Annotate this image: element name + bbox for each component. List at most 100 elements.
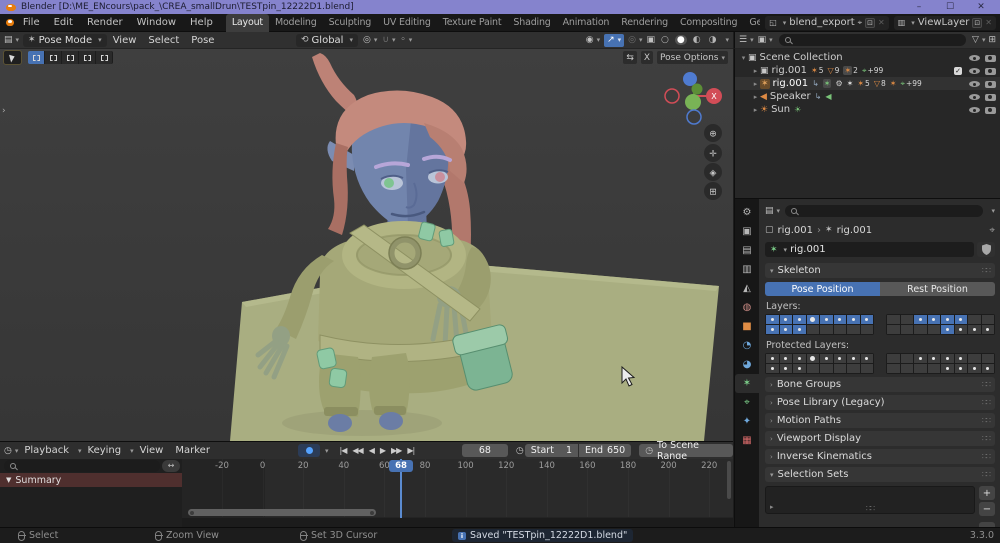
play-reverse-button[interactable]: ◀ <box>366 446 377 455</box>
properties-tab-world[interactable]: ◍ <box>735 298 759 317</box>
mode-dropdown[interactable]: ✶ Pose Mode ▾ <box>23 34 107 47</box>
hide-eye-icon[interactable] <box>969 55 980 61</box>
playhead-frame-badge[interactable]: 68 <box>389 460 413 472</box>
outliner-item-label[interactable]: rig.001 <box>772 65 808 76</box>
outliner-row-speaker-3[interactable]: ▸◀Speaker↳◀ <box>735 90 1000 103</box>
layer-toggle[interactable] <box>780 364 793 373</box>
active-tool-box-select[interactable] <box>3 50 22 65</box>
mirror-x-button[interactable]: X <box>641 51 653 64</box>
menu-window[interactable]: Window <box>130 17 183 28</box>
menu-edit[interactable]: Edit <box>47 17 80 28</box>
timeline-menu-playback[interactable]: Playback <box>18 445 75 456</box>
panel-header-bone-groups[interactable]: ›Bone Groups∷∷ <box>765 377 995 392</box>
shading-dropdown-icon[interactable]: ▾ <box>725 36 729 44</box>
properties-tab-object[interactable]: ■ <box>735 317 759 336</box>
outliner-search-input[interactable] <box>779 34 966 46</box>
hide-eye-icon[interactable] <box>969 107 980 113</box>
layer-toggle[interactable] <box>901 364 914 373</box>
layer-toggle[interactable] <box>982 325 995 334</box>
layer-toggle[interactable] <box>914 364 927 373</box>
xray-toggle-icon[interactable]: ▣ <box>647 35 656 45</box>
expand-caret-icon[interactable]: ▸ <box>751 93 760 101</box>
pin-id-icon[interactable]: ⌖ <box>989 225 995 236</box>
layer-toggle[interactable] <box>793 325 806 334</box>
layer-toggle[interactable] <box>982 364 995 373</box>
outliner-row-rig-001-2[interactable]: ▸✶rig.001↳✶⚙✶✶5▽8✶⌖+99 <box>735 77 1000 90</box>
auto-keying-dropdown-icon[interactable]: ▾ <box>325 447 329 455</box>
select-mode-new[interactable] <box>28 51 45 64</box>
outliner-row-sun-4[interactable]: ▸☀Sun☀ <box>735 103 1000 116</box>
timeline-horizontal-scrollbar[interactable] <box>188 509 376 516</box>
new-collection-icon[interactable]: ⊞ <box>988 35 996 45</box>
proportional-edit-icon[interactable]: ◦▾ <box>400 35 412 45</box>
timeline-menu-marker[interactable]: Marker <box>169 445 216 456</box>
layer-toggle[interactable] <box>820 364 833 373</box>
channel-expand-button[interactable]: ↔ <box>162 460 180 472</box>
workspace-tab-geometry-nodes[interactable]: Geometry Nodes <box>743 14 760 32</box>
pose-position-button[interactable]: Pose Position <box>765 282 880 296</box>
layer-toggle[interactable] <box>982 315 995 324</box>
panel-header-motion-paths[interactable]: ›Motion Paths∷∷ <box>765 413 995 428</box>
layer-toggle[interactable] <box>982 354 995 363</box>
disable-render-camera-icon[interactable] <box>985 94 996 101</box>
overlays-toggle-icon[interactable]: ◎▾ <box>628 35 642 45</box>
pin-icon[interactable]: ⌖ <box>858 18 863 28</box>
shading-wireframe-icon[interactable]: ○ <box>659 35 671 45</box>
layer-toggle[interactable] <box>955 325 968 334</box>
layer-toggle[interactable] <box>780 354 793 363</box>
menu-help[interactable]: Help <box>183 17 220 28</box>
shading-solid-icon[interactable]: ● <box>675 35 687 45</box>
mirror-toggle-icon[interactable]: ⇆ <box>623 51 637 64</box>
breadcrumb-object[interactable]: rig.001 <box>778 225 814 236</box>
viewport-menu-view[interactable]: View <box>107 35 143 46</box>
disable-render-camera-icon[interactable] <box>985 68 996 75</box>
use-preview-range-icon[interactable]: ◷ <box>516 446 524 456</box>
layer-toggle[interactable] <box>847 315 860 324</box>
properties-tab-tool[interactable]: ⚙ <box>735 203 759 222</box>
workspace-tab-animation[interactable]: Animation <box>557 14 616 32</box>
axis-negy-ball[interactable] <box>685 94 701 110</box>
layer-toggle[interactable] <box>941 354 954 363</box>
skeleton-panel-header[interactable]: ▾ Skeleton ∷∷ <box>765 263 995 278</box>
layer-toggle[interactable] <box>766 354 779 363</box>
rest-position-button[interactable]: Rest Position <box>880 282 995 296</box>
outliner-item-label[interactable]: Speaker <box>770 91 811 102</box>
layer-toggle[interactable] <box>887 364 900 373</box>
layer-toggle[interactable] <box>941 325 954 334</box>
timeline-menu-view[interactable]: View <box>134 445 170 456</box>
layer-toggle[interactable] <box>807 325 820 334</box>
viewport-menu-pose[interactable]: Pose <box>185 35 220 46</box>
properties-tab-bone-constraint[interactable]: ✦ <box>735 412 759 431</box>
selection-sets-panel-header[interactable]: ▾ Selection Sets ∷∷ <box>765 467 995 482</box>
new-view-layer-icon[interactable]: ⊡ <box>972 18 982 28</box>
layer-toggle[interactable] <box>928 354 941 363</box>
properties-tab-physics[interactable]: ◕ <box>735 355 759 374</box>
layer-toggle[interactable] <box>955 354 968 363</box>
layer-toggle[interactable] <box>861 364 874 373</box>
shading-material-icon[interactable]: ◐ <box>691 35 703 45</box>
previous-keyframe-button[interactable]: ◀◀ <box>349 446 365 455</box>
play-button[interactable]: ▶ <box>377 446 388 455</box>
properties-tab-object-data[interactable]: ✶ <box>735 374 759 393</box>
panel-header-inverse-kinematics[interactable]: ›Inverse Kinematics∷∷ <box>765 449 995 464</box>
layer-toggle[interactable] <box>807 364 820 373</box>
select-mode-invert[interactable] <box>79 51 96 64</box>
timeline-editor-icon[interactable]: ◷▾ <box>4 446 18 456</box>
axis-z-ball[interactable] <box>683 72 697 86</box>
jump-to-end-button[interactable]: ▶| <box>404 446 417 455</box>
properties-tab-texture[interactable]: ▦ <box>735 431 759 450</box>
workspace-tab-layout[interactable]: Layout <box>226 14 269 32</box>
outliner-editor-icon[interactable]: ☰▾ <box>739 35 754 45</box>
axis-negx-ball[interactable] <box>665 89 679 103</box>
gizmo-toggle-icon[interactable]: ↗▾ <box>604 34 624 47</box>
panel-header-viewport-display[interactable]: ›Viewport Display∷∷ <box>765 431 995 446</box>
layer-toggle[interactable] <box>834 325 847 334</box>
disable-render-camera-icon[interactable] <box>985 81 996 88</box>
layer-toggle[interactable] <box>968 354 981 363</box>
select-mode-intersect[interactable] <box>96 51 113 64</box>
remove-selection-set-button[interactable]: − <box>979 502 995 516</box>
layer-toggle[interactable] <box>807 315 820 324</box>
expand-caret-icon[interactable]: ▸ <box>751 67 760 75</box>
axis-negz-ball[interactable] <box>687 110 701 124</box>
frame-end-field[interactable]: End 650 <box>579 444 631 457</box>
